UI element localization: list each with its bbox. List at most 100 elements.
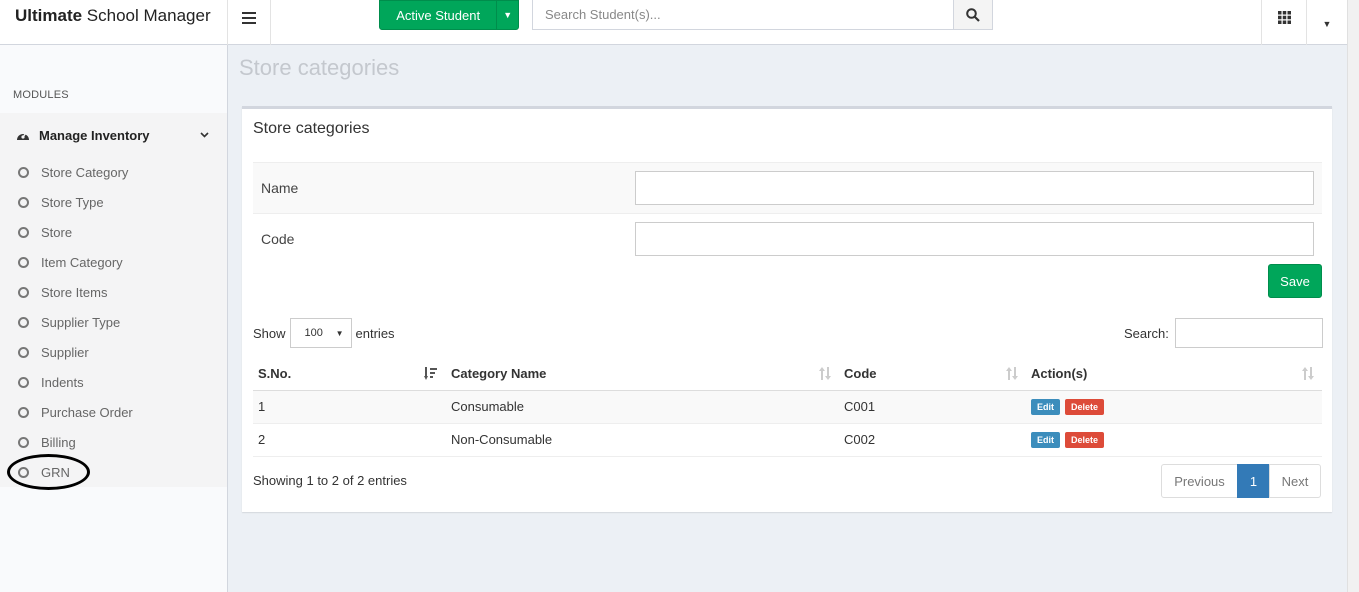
annotation-ellipse — [7, 454, 90, 490]
code-input[interactable] — [635, 222, 1314, 256]
sidebar-item-indents[interactable]: Indents — [0, 367, 227, 397]
caret-down-icon[interactable]: ▼ — [496, 1, 518, 29]
sidebar-item-label: Store — [41, 224, 73, 240]
cell-sno: 1 — [253, 390, 446, 424]
student-search-input[interactable]: Search Student(s)... — [532, 0, 954, 30]
store-categories-box: Store categories Name Code Save Show 100… — [242, 106, 1332, 512]
name-form-row: Name — [253, 162, 1322, 213]
column-header-sno[interactable]: S.No. — [253, 357, 446, 391]
hamburger-icon — [242, 11, 256, 24]
name-input[interactable] — [635, 171, 1314, 205]
table-row: 1 Consumable C001 Edit Delete — [253, 390, 1322, 424]
table-search-input[interactable] — [1174, 318, 1323, 348]
column-header-actions[interactable]: Action(s) — [1026, 357, 1322, 391]
cell-actions: Edit Delete — [1026, 390, 1322, 424]
user-menu-dropdown[interactable]: ▼ — [1307, 0, 1347, 45]
active-student-button[interactable]: Active Student ▼ — [379, 0, 519, 30]
circle-icon — [18, 196, 29, 208]
brand-bold-text: Ultimate — [15, 6, 83, 25]
sort-both-icon — [1006, 367, 1018, 380]
pagination: Previous 1 Next — [1161, 464, 1321, 498]
box-title: Store categories — [253, 120, 370, 137]
sidebar-item-store-items[interactable]: Store Items — [0, 277, 227, 307]
search-icon — [966, 7, 980, 22]
brand-rest-text: School Manager — [82, 6, 211, 25]
sidebar-parent-label: Manage Inventory — [39, 127, 150, 143]
delete-button[interactable]: Delete — [1065, 398, 1105, 415]
circle-icon — [18, 256, 29, 268]
cell-category-name: Consumable — [446, 390, 839, 424]
brand-logo[interactable]: Ultimate School Manager — [0, 0, 228, 45]
sidebar-item-store-category[interactable]: Store Category — [0, 157, 227, 187]
cell-sno: 2 — [253, 423, 446, 457]
previous-page-button[interactable]: Previous — [1161, 464, 1238, 498]
circle-icon — [18, 346, 29, 358]
sidebar-item-label: Store Type — [41, 194, 104, 210]
sort-both-icon — [819, 367, 831, 380]
page-scrollbar[interactable] — [1347, 0, 1359, 592]
column-header-category-name[interactable]: Category Name — [446, 357, 839, 391]
student-search-placeholder: Search Student(s)... — [545, 7, 661, 22]
sidebar-item-label: Supplier Type — [41, 314, 121, 330]
sidebar-item-supplier-type[interactable]: Supplier Type — [0, 307, 227, 337]
grid-icon — [1277, 11, 1291, 24]
sidebar-item-label: Billing — [41, 434, 76, 450]
student-search-button[interactable] — [953, 0, 993, 30]
sidebar-item-store-type[interactable]: Store Type — [0, 187, 227, 217]
sidebar-submenu: Store Category Store Type Store Item Cat… — [0, 157, 227, 487]
entries-select-value: 100 — [304, 327, 323, 339]
caret-down-icon: ▼ — [1322, 18, 1332, 29]
page-title: Store categories — [239, 55, 400, 80]
column-header-label: Category Name — [451, 365, 547, 381]
sidebar-item-store[interactable]: Store — [0, 217, 227, 247]
cell-code: C001 — [839, 390, 1026, 424]
apps-menu-button[interactable] — [1261, 0, 1307, 45]
active-student-label: Active Student — [396, 7, 481, 23]
show-label: Show — [253, 325, 286, 341]
cell-category-name: Non-Consumable — [446, 423, 839, 457]
sort-both-icon — [1302, 367, 1314, 380]
sidebar-item-label: Item Category — [41, 254, 123, 270]
sidebar-item-item-category[interactable]: Item Category — [0, 247, 227, 277]
next-page-button[interactable]: Next — [1269, 464, 1321, 498]
circle-icon — [18, 316, 29, 328]
sidebar-item-label: Supplier — [41, 344, 89, 360]
table-search-control: Search: — [1124, 318, 1323, 348]
sidebar-item-supplier[interactable]: Supplier — [0, 337, 227, 367]
table-header-row: S.No. Category Name Code Action(s) — [253, 357, 1322, 391]
edit-button[interactable]: Edit — [1031, 431, 1060, 448]
circle-icon — [18, 226, 29, 238]
column-header-label: Action(s) — [1031, 365, 1088, 381]
table-info: Showing 1 to 2 of 2 entries — [253, 473, 407, 488]
sidebar-item-manage-inventory[interactable]: Manage Inventory — [0, 113, 227, 157]
table-row: 2 Non-Consumable C002 Edit Delete — [253, 423, 1322, 457]
circle-icon — [18, 166, 29, 178]
code-form-row: Code — [253, 213, 1322, 264]
column-header-code[interactable]: Code — [839, 357, 1026, 391]
sidebar-item-label: Purchase Order — [41, 404, 133, 420]
sort-asc-icon — [424, 367, 438, 380]
save-button[interactable]: Save — [1268, 264, 1322, 298]
chevron-down-icon — [200, 132, 209, 138]
sidebar-item-purchase-order[interactable]: Purchase Order — [0, 397, 227, 427]
entries-select[interactable]: 100 ▼ — [289, 318, 352, 348]
cell-code: C002 — [839, 423, 1026, 457]
edit-button[interactable]: Edit — [1031, 398, 1060, 415]
table-search-label: Search: — [1124, 325, 1169, 341]
categories-table: S.No. Category Name Code Action(s) 1 Con… — [253, 357, 1322, 457]
delete-button[interactable]: Delete — [1065, 431, 1105, 448]
sidebar-toggle-button[interactable] — [228, 0, 271, 45]
entries-label: entries — [355, 325, 395, 341]
sidebar-header: MODULES — [13, 89, 69, 101]
circle-icon — [18, 406, 29, 418]
sidebar-item-billing[interactable]: Billing — [0, 427, 227, 457]
code-label: Code — [261, 231, 295, 247]
top-navbar: Ultimate School Manager Active Student ▼… — [0, 0, 1359, 45]
sidebar-item-label: Store Category — [41, 164, 129, 180]
circle-icon — [18, 436, 29, 448]
cell-actions: Edit Delete — [1026, 423, 1322, 457]
page-1-button[interactable]: 1 — [1237, 464, 1270, 498]
sidebar-item-label: Indents — [41, 374, 84, 390]
show-entries-control: Show 100 ▼ entries — [253, 318, 395, 348]
caret-down-icon: ▼ — [335, 328, 344, 338]
